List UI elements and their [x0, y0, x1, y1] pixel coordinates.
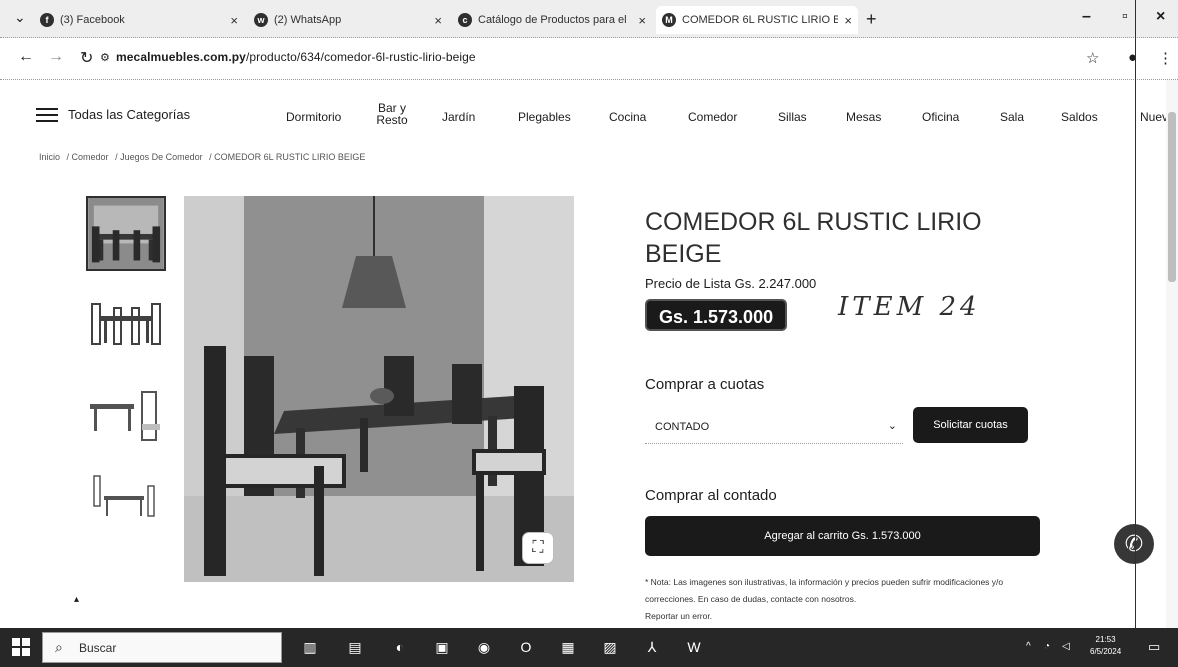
clock-time: 21:53 — [1095, 635, 1116, 644]
thumbnail-1[interactable] — [86, 196, 166, 271]
tab-catalogo[interactable]: c Catálogo de Productos para el × — [452, 6, 652, 34]
solicitar-cuotas-button[interactable]: Solicitar cuotas — [913, 407, 1028, 443]
tab-facebook[interactable]: f (3) Facebook × — [34, 6, 244, 34]
add-to-cart-button[interactable]: Agregar al carrito Gs. 1.573.000 — [645, 516, 1040, 556]
dining-set-photo — [184, 196, 574, 582]
tab-title: COMEDOR 6L RUSTIC LIRIO BEI — [682, 14, 839, 26]
tab-comedor-active[interactable]: M COMEDOR 6L RUSTIC LIRIO BEI × — [656, 6, 858, 34]
contado-heading: Comprar al contado — [645, 487, 777, 504]
minimize-icon[interactable]: – — [1082, 8, 1091, 26]
url-field[interactable]: mecalmuebles.com.py/producto/634/comedor… — [116, 50, 476, 64]
address-bar: ← → ↻ ⚙ mecalmuebles.com.py/producto/634… — [0, 38, 1178, 80]
close-tab-icon[interactable]: × — [434, 13, 442, 28]
site-favicon-icon: c — [458, 13, 472, 27]
whatsapp-chat-icon[interactable]: ✆ — [1114, 524, 1154, 564]
nav-item-jardin[interactable]: Jardín — [442, 110, 475, 124]
list-price: Precio de Lista Gs. 2.247.000 — [645, 276, 817, 291]
word-icon[interactable]: W — [684, 637, 704, 657]
all-categories-link[interactable]: Todas las Categorías — [68, 107, 190, 122]
breadcrumb-current: / COMEDOR 6L RUSTIC LIRIO BEIGE — [209, 152, 366, 162]
breadcrumb-juegos[interactable]: / Juegos De Comedor — [115, 152, 203, 162]
nav-item-nuevos[interactable]: Nuev — [1140, 110, 1168, 124]
edge-browser-icon[interactable]: ◐ — [390, 637, 410, 657]
nav-item-comedor[interactable]: Comedor — [688, 110, 737, 124]
volume-icon[interactable]: ◁ — [1062, 641, 1070, 652]
network-icon[interactable]: ◔ — [1044, 641, 1050, 652]
cuotas-select-value: CONTADO — [655, 421, 710, 433]
facebook-icon: f — [40, 13, 54, 27]
sale-price-badge: Gs. 1.573.000 — [645, 299, 788, 331]
chevron-down-icon: ⌄ — [887, 420, 897, 432]
browser-tab-strip: ⌄ f (3) Facebook × w (2) WhatsApp × c Ca… — [0, 0, 1178, 38]
report-error-link[interactable]: Reportar un error. — [645, 611, 712, 621]
calculator-icon[interactable]: ▦ — [558, 637, 578, 657]
nav-item-oficina[interactable]: Oficina — [922, 110, 959, 124]
scan-divider-line — [1135, 0, 1136, 628]
nav-item-mesas[interactable]: Mesas — [846, 110, 881, 124]
windows-taskbar: ⌕ Buscar ▥ ▤ ◐ ▣ ◉ O ▦ ▨ ⅄ W ^ ◔ ◁ 21:53… — [0, 628, 1178, 667]
nav-item-plegables[interactable]: Plegables — [518, 110, 571, 124]
windows-start-icon[interactable] — [12, 638, 30, 656]
tab-title: Catálogo de Productos para el — [478, 14, 627, 26]
breadcrumb-comedor[interactable]: / Comedor — [67, 152, 109, 162]
reload-icon[interactable]: ↻ — [80, 48, 93, 68]
whatsapp-icon: w — [254, 13, 268, 27]
tab-title: (2) WhatsApp — [274, 14, 342, 26]
tab-title: (3) Facebook — [60, 14, 125, 26]
new-tab-button[interactable]: + — [866, 10, 877, 28]
clock-date: 6/5/2024 — [1090, 647, 1122, 656]
cuotas-select[interactable]: CONTADO ⌄ — [645, 410, 903, 444]
photos-icon[interactable]: ▨ — [600, 637, 620, 657]
handwritten-annotation: ITEM 24 — [838, 292, 981, 322]
store-icon[interactable]: ▣ — [432, 637, 452, 657]
opera-icon[interactable]: O — [516, 637, 536, 657]
tab-search-chevron-icon[interactable]: ⌄ — [14, 9, 26, 26]
nav-item-bar-y-resto[interactable]: Bar y Resto — [372, 102, 412, 126]
url-path: /producto/634/comedor-6l-rustic-lirio-be… — [245, 50, 476, 64]
nav-item-saldos[interactable]: Saldos — [1061, 110, 1098, 124]
thumbnail-2[interactable] — [86, 290, 166, 365]
scrollbar-thumb[interactable] — [1168, 112, 1176, 282]
tab-whatsapp[interactable]: w (2) WhatsApp × — [248, 6, 448, 34]
taskbar-clock[interactable]: 21:53 6/5/2024 — [1090, 634, 1121, 658]
tray-chevron-icon[interactable]: ^ — [1026, 641, 1031, 652]
bookmark-star-icon[interactable]: ☆ — [1086, 49, 1099, 67]
disclaimer-text: * Nota: Las imagenes son ilustrativas, l… — [645, 577, 1004, 604]
back-arrow-icon[interactable]: ← — [18, 48, 34, 66]
site-favicon-icon: M — [662, 13, 676, 27]
thumbnail-3[interactable] — [86, 384, 166, 459]
forward-arrow-icon[interactable]: → — [48, 48, 64, 66]
file-explorer-icon[interactable]: ▤ — [345, 637, 365, 657]
close-tab-icon[interactable]: × — [230, 13, 238, 28]
disclaimer-note: * Nota: Las imagenes son ilustrativas, l… — [645, 574, 1035, 625]
task-view-icon[interactable]: ▥ — [300, 637, 320, 657]
breadcrumb: Inicio / Comedor / Juegos De Comedor / C… — [39, 152, 369, 162]
fullscreen-expand-icon[interactable]: ⛶ — [522, 532, 554, 564]
breadcrumb-home[interactable]: Inicio — [39, 152, 60, 162]
taskbar-search-box[interactable]: ⌕ Buscar — [42, 632, 282, 663]
nav-item-dormitorio[interactable]: Dormitorio — [286, 110, 341, 124]
close-window-icon[interactable]: × — [1156, 8, 1165, 26]
maximize-icon[interactable]: ▫ — [1122, 8, 1128, 26]
url-domain: mecalmuebles.com.py — [116, 50, 246, 64]
notifications-icon[interactable]: ▭ — [1148, 639, 1160, 655]
category-nav: Todas las Categorías Dormitorio Bar y Re… — [0, 98, 1178, 134]
close-tab-icon[interactable]: × — [638, 13, 646, 28]
site-info-icon[interactable]: ⚙ — [100, 51, 110, 64]
acrobat-icon[interactable]: ⅄ — [642, 637, 662, 657]
nav-item-sala[interactable]: Sala — [1000, 110, 1024, 124]
browser-menu-icon[interactable]: ⋮ — [1158, 49, 1173, 67]
cuotas-heading: Comprar a cuotas — [645, 376, 765, 393]
chrome-icon[interactable]: ◉ — [474, 637, 494, 657]
hamburger-menu-icon[interactable] — [36, 108, 58, 122]
close-tab-icon[interactable]: × — [844, 13, 852, 28]
search-icon: ⌕ — [55, 639, 63, 655]
scroll-up-marker-icon: ▴ — [74, 594, 80, 605]
thumbnail-4[interactable] — [86, 470, 166, 545]
taskbar-search-placeholder: Buscar — [79, 641, 117, 655]
product-title: COMEDOR 6L RUSTIC LIRIO BEIGE — [645, 208, 982, 268]
nav-item-cocina[interactable]: Cocina — [609, 110, 646, 124]
nav-item-sillas[interactable]: Sillas — [778, 110, 807, 124]
product-main-image[interactable]: ⛶ — [184, 196, 574, 582]
